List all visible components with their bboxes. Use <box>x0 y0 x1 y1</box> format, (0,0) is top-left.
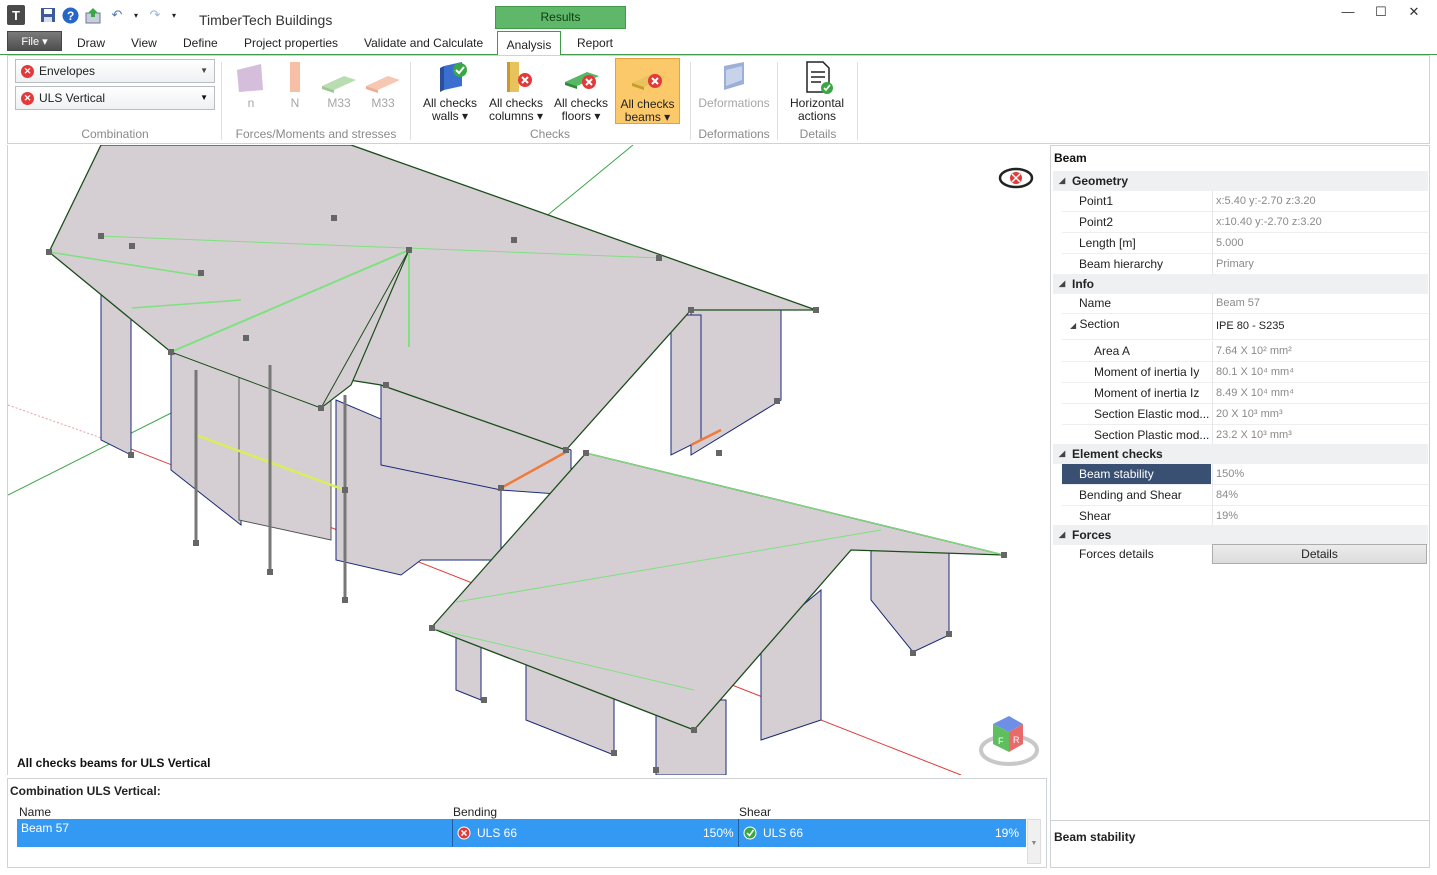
chevron-down-icon: ▼ <box>200 93 208 102</box>
section-geometry[interactable]: ◢ Geometry <box>1053 171 1428 191</box>
prop-row-beam-stability[interactable]: Beam stability 150% <box>1062 464 1428 485</box>
description-divider <box>1051 820 1429 821</box>
prop-row-shear[interactable]: Shear 19% <box>1062 506 1428 527</box>
app-title: TimberTech Buildings <box>199 12 333 28</box>
prop-row-area: Area A 7.64 X 10² mm² <box>1062 341 1428 362</box>
force-n-button[interactable]: n <box>233 60 269 110</box>
horizontal-actions-button[interactable]: Horizontal actions <box>784 60 850 123</box>
pass-icon <box>743 819 757 847</box>
tab-analysis[interactable]: Analysis <box>497 31 561 56</box>
prop-row-hierarchy: Beam hierarchy Primary <box>1062 254 1428 275</box>
close-icon[interactable]: ✕ <box>1397 2 1431 22</box>
section-info[interactable]: ◢ Info <box>1053 274 1428 294</box>
deformations-button[interactable]: Deformations <box>696 60 772 110</box>
collapse-icon: ◢ <box>1070 321 1077 330</box>
maximize-icon[interactable]: ☐ <box>1364 2 1398 22</box>
force-N-button[interactable]: N <box>282 60 308 110</box>
file-menu-button[interactable]: File ▾ <box>7 31 62 51</box>
checks-group-label: Checks <box>529 127 570 141</box>
table-scrollbar[interactable]: ▼ <box>1027 819 1041 864</box>
svg-text:R: R <box>1013 735 1020 745</box>
all-checks-walls-button[interactable]: All checks walls ▾ <box>420 60 480 123</box>
prop-row-point1: Point1 x:5.40 y:-2.70 z:3.20 <box>1062 191 1428 212</box>
section-forces[interactable]: ◢ Forces <box>1053 525 1428 545</box>
all-checks-columns-button[interactable]: All checks columns ▾ <box>486 60 546 123</box>
prop-row-point2: Point2 x:10.40 y:-2.70 z:3.20 <box>1062 212 1428 233</box>
redo-dropdown-icon[interactable]: ▾ <box>169 5 179 25</box>
all-checks-floors-button[interactable]: All checks floors ▾ <box>552 60 610 123</box>
collapse-icon: ◢ <box>1059 279 1066 288</box>
tab-view[interactable]: View <box>131 36 157 50</box>
undo-dropdown-icon[interactable]: ▾ <box>131 5 141 25</box>
description-title: Beam stability <box>1054 830 1136 844</box>
app-logo-icon: T <box>7 5 25 25</box>
shear-combination: ULS 66 <box>763 826 804 840</box>
tab-validate-and-calculate[interactable]: Validate and Calculate <box>364 36 483 50</box>
all-checks-beams-button[interactable]: All checks beams ▾ <box>615 58 680 124</box>
prop-row-length: Length [m] 5.000 <box>1062 233 1428 254</box>
prop-row-elastic-modulus: Section Elastic mod... 20 X 10³ mm³ <box>1062 404 1428 425</box>
table-row[interactable]: Beam 57 ULS 66 150% ULS 66 19% <box>17 819 1026 847</box>
ribbon-separator <box>777 62 778 140</box>
chevron-down-icon: ▼ <box>200 66 208 75</box>
bending-combination: ULS 66 <box>477 826 518 840</box>
ribbon-separator <box>221 62 222 140</box>
row-name: Beam 57 <box>21 821 70 835</box>
combination-type-select[interactable]: ✕ Envelopes ▼ <box>15 59 215 83</box>
combination-group-label: Combination <box>81 127 149 141</box>
prop-row-section[interactable]: ◢ Section IPE 80 - S235 <box>1062 314 1428 340</box>
prop-row-inertia-iy: Moment of inertia Iy 80.1 X 10⁴ mm⁴ <box>1062 362 1428 383</box>
svg-text:F: F <box>998 736 1004 746</box>
help-icon[interactable]: ? <box>61 5 79 25</box>
collapse-icon: ◢ <box>1059 176 1066 185</box>
forces-group-label: Forces/Moments and stresses <box>235 127 397 141</box>
view-cube-icon: F R <box>979 716 1039 766</box>
tab-draw[interactable]: Draw <box>77 36 105 50</box>
column-header-shear[interactable]: Shear <box>739 805 771 819</box>
shear-percent: 19% <box>995 826 1020 840</box>
visibility-eye-icon <box>998 167 1034 189</box>
undo-icon[interactable]: ↶ <box>108 5 126 25</box>
deformations-group-label: Deformations <box>698 127 770 141</box>
section-element-checks[interactable]: ◢ Element checks <box>1053 444 1428 464</box>
3d-viewport[interactable]: F R <box>7 145 1047 775</box>
forces-details-button[interactable]: Details <box>1212 544 1427 564</box>
viewport-caption: All checks beams for ULS Vertical <box>17 756 211 770</box>
ribbon-separator <box>690 62 691 140</box>
fail-icon: ✕ <box>21 92 34 105</box>
properties-header: Beam <box>1054 151 1087 165</box>
details-group-label: Details <box>799 127 837 141</box>
redo-icon[interactable]: ↷ <box>146 5 164 25</box>
tab-project-properties[interactable]: Project properties <box>244 36 338 50</box>
ribbon-separator <box>857 62 858 140</box>
prop-row-inertia-iz: Moment of inertia Iz 8.49 X 10⁴ mm⁴ <box>1062 383 1428 404</box>
building-model-drawing: F R <box>8 145 1039 775</box>
bending-percent: 150% <box>703 826 734 840</box>
fail-icon: ✕ <box>21 65 34 78</box>
save-icon[interactable] <box>39 5 57 25</box>
prop-row-bending-shear[interactable]: Bending and Shear 84% <box>1062 485 1428 506</box>
moment-m33-button[interactable]: M33 <box>320 60 358 110</box>
prop-row-plastic-modulus: Section Plastic mod... 23.2 X 10³ mm³ <box>1062 425 1428 446</box>
results-context-tab: Results <box>495 6 626 29</box>
svg-text:?: ? <box>67 9 74 23</box>
stress-m33-button[interactable]: M33 <box>364 60 402 110</box>
export-icon[interactable] <box>84 5 102 25</box>
column-header-name[interactable]: Name <box>19 805 51 819</box>
collapse-icon: ◢ <box>1059 449 1066 458</box>
collapse-icon: ◢ <box>1059 530 1066 539</box>
tab-report[interactable]: Report <box>577 36 613 50</box>
fail-icon <box>457 819 471 847</box>
results-table-title: Combination ULS Vertical: <box>10 784 161 798</box>
column-header-bending[interactable]: Bending <box>453 805 497 819</box>
combination-select[interactable]: ✕ ULS Vertical ▼ <box>15 86 215 110</box>
minimize-icon[interactable]: — <box>1331 2 1365 22</box>
ribbon-separator <box>410 62 411 140</box>
prop-row-name: Name Beam 57 <box>1062 293 1428 314</box>
tab-define[interactable]: Define <box>183 36 218 50</box>
